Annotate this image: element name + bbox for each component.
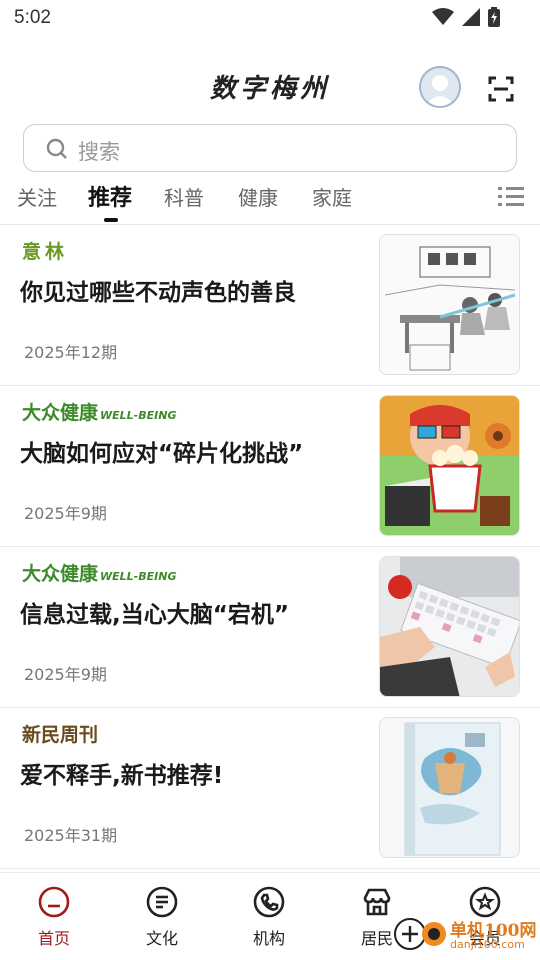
scan-button[interactable]: [486, 74, 516, 104]
signal-icon: [462, 8, 480, 26]
nav-culture[interactable]: 文化: [122, 885, 202, 949]
wifi-icon: [432, 8, 454, 25]
article-title: 爱不释手,新书推荐!: [20, 763, 224, 789]
search-icon: [46, 138, 67, 159]
article-source: 新民周刊: [22, 724, 99, 746]
article-issue: 2025年9期: [24, 504, 107, 523]
article-thumbnail: [379, 395, 520, 536]
phone-icon: [253, 886, 285, 918]
nav-institution[interactable]: 机构: [229, 885, 309, 949]
tab-follow[interactable]: 关注: [17, 182, 57, 211]
avatar[interactable]: [419, 66, 461, 108]
article-issue: 2025年31期: [24, 826, 118, 845]
article-title: 大脑如何应对“碎片化挑战”: [20, 441, 304, 467]
article-item[interactable]: 新民周刊 爱不释手,新书推荐! 2025年31期: [0, 708, 540, 869]
nav-home-label: 首页: [37, 929, 70, 948]
battery-icon: [488, 7, 500, 27]
tab-active-indicator: [104, 218, 118, 222]
nav-culture-label: 文化: [145, 929, 178, 948]
tab-science[interactable]: 科普: [164, 182, 204, 211]
status-time: 5:02: [14, 7, 51, 28]
article-thumbnail: [379, 556, 520, 697]
article-source: 意林: [22, 241, 69, 263]
watermark-logo-icon: [394, 918, 446, 950]
tab-health[interactable]: 健康: [238, 182, 278, 211]
article-title: 你见过哪些不动声色的善良: [20, 280, 296, 306]
article-thumbnail: [379, 234, 520, 375]
user-avatar-icon: [425, 75, 455, 106]
article-source-sub: WELL-BEING: [100, 409, 177, 422]
article-title: 信息过载,当心大脑“宕机”: [20, 602, 289, 628]
category-menu-icon[interactable]: [498, 186, 524, 208]
article-item[interactable]: 大众健康 WELL-BEING 信息过载,当心大脑“宕机” 2025年9期: [0, 547, 540, 708]
article-item[interactable]: 意林 你见过哪些不动声色的善良 2025年12期: [0, 225, 540, 386]
category-tabs: 关注 推荐 科普 健康 家庭: [0, 178, 540, 224]
article-thumbnail: [379, 717, 520, 858]
search-placeholder: 搜索: [78, 140, 120, 164]
scan-icon: [488, 76, 514, 102]
article-source: 大众健康 WELL-BEING: [22, 563, 177, 585]
tab-recommend[interactable]: 推荐: [88, 180, 132, 212]
watermark-sub: danji100.com: [450, 938, 525, 951]
watermark: 单机100网 danji100.com: [392, 912, 540, 960]
home-icon: [38, 886, 70, 918]
nav-institution-label: 机构: [252, 929, 285, 948]
status-icons: [432, 7, 500, 27]
document-icon: [146, 886, 178, 918]
store-icon: [363, 888, 391, 916]
article-source: 大众健康 WELL-BEING: [22, 402, 177, 424]
article-source-sub: WELL-BEING: [100, 570, 177, 583]
status-bar: 5:02: [0, 0, 540, 36]
article-item[interactable]: 大众健康 WELL-BEING 大脑如何应对“碎片化挑战” 2025年9期: [0, 386, 540, 547]
search-input[interactable]: 搜索: [23, 124, 517, 172]
tab-family[interactable]: 家庭: [312, 182, 352, 211]
nav-home[interactable]: 首页: [14, 885, 94, 949]
article-issue: 2025年9期: [24, 665, 107, 684]
article-issue: 2025年12期: [24, 343, 118, 362]
